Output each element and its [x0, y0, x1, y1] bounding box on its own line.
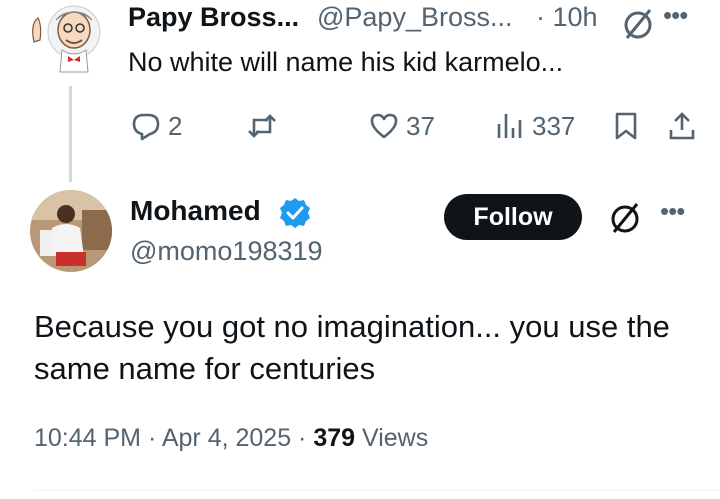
reply-handle[interactable]: @momo198319: [130, 236, 323, 267]
follow-button[interactable]: Follow: [444, 194, 582, 240]
more-icon[interactable]: •••: [660, 196, 685, 227]
parent-avatar[interactable]: [16, 0, 108, 82]
views-count: 337: [532, 110, 576, 141]
reply-author-name[interactable]: Mohamed: [130, 195, 261, 227]
grok-icon[interactable]: [607, 200, 643, 236]
parent-handle[interactable]: @Papy_Bross...: [317, 2, 513, 33]
reply-count: 2: [168, 110, 183, 141]
views-button[interactable]: 337: [494, 108, 575, 144]
parent-author-name[interactable]: Papy Bross...: [128, 2, 299, 33]
bookmark-icon: [615, 112, 637, 140]
share-button[interactable]: [666, 108, 698, 144]
like-icon: [370, 113, 398, 139]
parent-time[interactable]: · 10h: [536, 2, 598, 33]
reply-views-count: 379: [313, 424, 356, 452]
like-count: 37: [406, 110, 435, 141]
reply-icon: [132, 113, 160, 141]
thread-line: [69, 86, 72, 182]
repost-button[interactable]: [246, 108, 284, 144]
grok-icon[interactable]: [620, 6, 656, 42]
reply-meta: 10:44 PM · Apr 4, 2025 · 379 Views: [34, 424, 428, 453]
like-button[interactable]: 37: [368, 108, 435, 144]
reply-timestamp[interactable]: 10:44 PM · Apr 4, 2025 ·: [34, 424, 313, 452]
share-icon: [669, 112, 695, 140]
reply-views-label: Views: [355, 424, 429, 452]
divider: [34, 490, 720, 491]
more-icon[interactable]: •••: [663, 0, 688, 31]
reply-tweet-text: Because you got no imagination... you us…: [34, 309, 670, 386]
views-icon: [497, 114, 522, 138]
bookmark-button[interactable]: [610, 108, 642, 144]
verified-badge-icon: [278, 196, 312, 230]
reply-button[interactable]: 2: [130, 108, 182, 144]
repost-icon: [248, 114, 276, 138]
reply-avatar[interactable]: [30, 190, 112, 272]
parent-tweet-text: No white will name his kid karmelo...: [128, 47, 564, 77]
